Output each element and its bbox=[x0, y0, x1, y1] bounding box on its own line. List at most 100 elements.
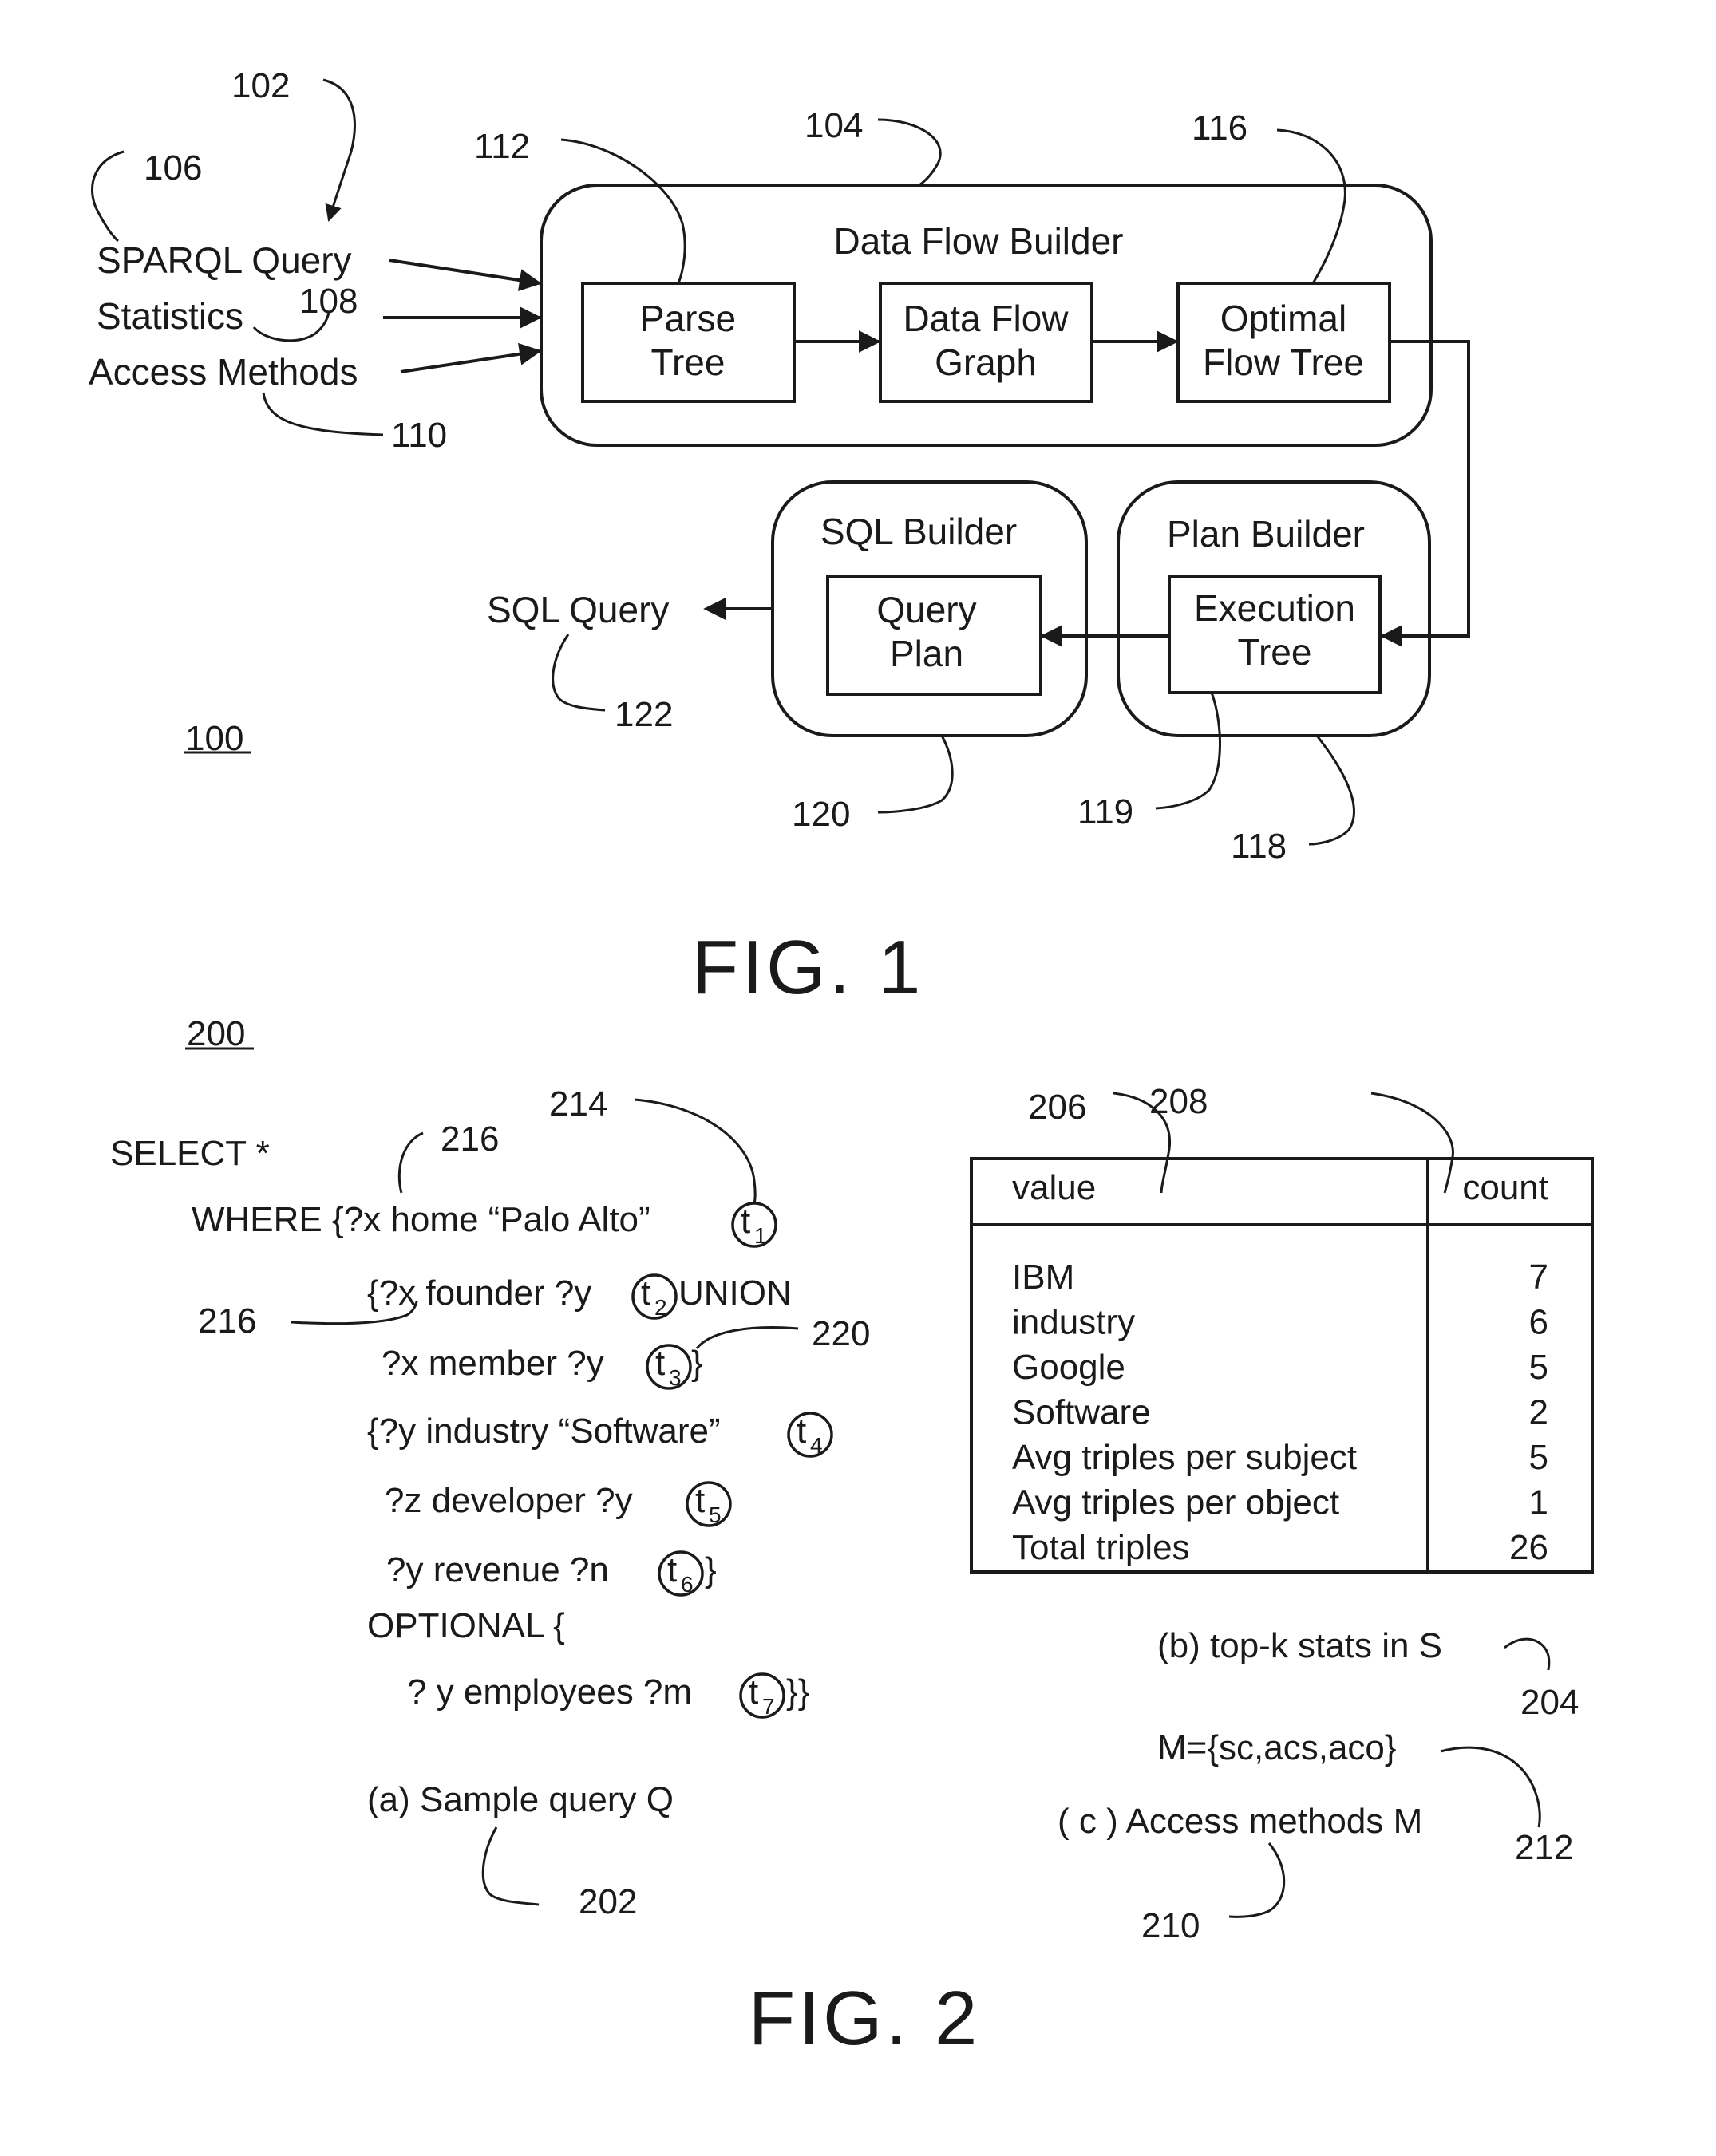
access-methods-set: M={sc,acs,aco} bbox=[1157, 1728, 1397, 1767]
triple-badge-t1: t 1 bbox=[731, 1202, 777, 1248]
output-sql-query: SQL Query bbox=[487, 589, 669, 630]
fig2-caption: FIG. 2 bbox=[749, 1976, 981, 2061]
ref-216-a: 216 bbox=[441, 1119, 499, 1159]
ref-102: 102 bbox=[231, 66, 290, 105]
stats-cell-count: 2 bbox=[1529, 1393, 1548, 1432]
stats-cell-count: 1 bbox=[1529, 1483, 1548, 1522]
execution-tree-line1: Execution bbox=[1194, 587, 1355, 629]
query-line-revenue: ?y revenue ?n bbox=[386, 1550, 609, 1589]
optimal-flow-tree-line2: Flow Tree bbox=[1203, 342, 1364, 383]
plan-builder-title: Plan Builder bbox=[1167, 513, 1365, 555]
svg-text:t: t bbox=[797, 1412, 806, 1451]
ref-212: 212 bbox=[1515, 1828, 1573, 1867]
ref-118: 118 bbox=[1231, 827, 1287, 866]
ref-104: 104 bbox=[805, 106, 863, 145]
ref-220: 220 bbox=[812, 1314, 870, 1353]
leader-208 bbox=[1370, 1092, 1454, 1194]
svg-text:t: t bbox=[749, 1672, 758, 1712]
patent-drawing: 102 106 SPARQL Query Statistics Access M… bbox=[89, 66, 1594, 2061]
query-line-employees: ? y employees ?m bbox=[407, 1672, 692, 1712]
execution-tree-line2: Tree bbox=[1238, 631, 1312, 673]
leader-112 bbox=[560, 138, 686, 284]
stats-row: Avg triples per subject 5 bbox=[1012, 1438, 1548, 1477]
ref-206: 206 bbox=[1028, 1088, 1086, 1127]
ref-122: 122 bbox=[615, 695, 673, 734]
ref-216-b: 216 bbox=[198, 1301, 256, 1341]
leader-120 bbox=[877, 735, 954, 814]
fig1-caption: FIG. 1 bbox=[692, 925, 924, 1010]
stats-header-value: value bbox=[1012, 1168, 1096, 1207]
fig1: 102 106 SPARQL Query Statistics Access M… bbox=[89, 66, 1470, 1010]
svg-text:t: t bbox=[641, 1273, 650, 1313]
query-keyword-union: UNION bbox=[678, 1273, 792, 1313]
ref-120: 120 bbox=[792, 795, 850, 834]
stats-cell-value: Avg triples per object bbox=[1012, 1483, 1339, 1522]
stats-cell-value: Total triples bbox=[1012, 1528, 1190, 1567]
ref-214: 214 bbox=[549, 1084, 607, 1123]
leader-122 bbox=[552, 634, 606, 712]
stats-cell-count: 26 bbox=[1509, 1528, 1548, 1567]
stats-row: Software 2 bbox=[1012, 1393, 1548, 1432]
parse-tree-line1: Parse bbox=[640, 298, 736, 339]
stats-cell-count: 7 bbox=[1529, 1258, 1548, 1297]
leader-104 bbox=[877, 118, 942, 187]
query-brace-close-1: } bbox=[691, 1344, 703, 1383]
query-brace-close-3: }} bbox=[786, 1672, 809, 1712]
stats-row: industry 6 bbox=[1012, 1303, 1548, 1342]
stats-cell-count: 5 bbox=[1529, 1438, 1548, 1477]
ref-110: 110 bbox=[391, 416, 447, 455]
svg-text:6: 6 bbox=[681, 1572, 694, 1597]
ref-116: 116 bbox=[1192, 109, 1247, 148]
svg-text:t: t bbox=[741, 1202, 750, 1241]
triple-badge-t4: t 4 bbox=[787, 1412, 833, 1458]
svg-text:2: 2 bbox=[654, 1295, 667, 1320]
arrow-sparql-to-dfb bbox=[389, 259, 542, 291]
triple-badge-t3: t 3 bbox=[646, 1344, 692, 1390]
stats-cell-count: 5 bbox=[1529, 1348, 1548, 1387]
stats-table: value count IBM 7 industry 6 Google 5 Software… bbox=[970, 1157, 1594, 1574]
leader-202 bbox=[481, 1826, 540, 1906]
leader-204 bbox=[1504, 1637, 1551, 1671]
leader-214 bbox=[634, 1098, 757, 1204]
svg-text:3: 3 bbox=[669, 1365, 682, 1390]
ref-202: 202 bbox=[579, 1882, 637, 1921]
leader-110 bbox=[262, 392, 384, 436]
svg-text:5: 5 bbox=[709, 1502, 722, 1527]
query-line-select: SELECT * bbox=[110, 1134, 270, 1173]
svg-text:4: 4 bbox=[810, 1433, 823, 1458]
leader-106 bbox=[91, 150, 125, 243]
stats-row: IBM 7 bbox=[1012, 1258, 1548, 1297]
triple-badge-t2: t 2 bbox=[631, 1273, 678, 1320]
svg-text:1: 1 bbox=[754, 1223, 767, 1248]
parse-tree-line2: Tree bbox=[651, 342, 726, 383]
query-brace-close-2: } bbox=[705, 1550, 717, 1589]
leader-102 bbox=[322, 78, 356, 223]
leader-119 bbox=[1155, 692, 1221, 810]
leader-118 bbox=[1308, 735, 1355, 846]
triple-badge-t6: t 6 bbox=[658, 1550, 704, 1597]
ref-112: 112 bbox=[474, 127, 530, 166]
stats-row: Avg triples per object 1 bbox=[1012, 1483, 1548, 1522]
ref-119: 119 bbox=[1077, 792, 1133, 831]
svg-text:t: t bbox=[655, 1344, 665, 1383]
stats-rows: IBM 7 industry 6 Google 5 Software 2 Avg triples… bbox=[1012, 1258, 1548, 1567]
stats-cell-value: Avg triples per subject bbox=[1012, 1438, 1357, 1477]
query-caption: (a) Sample query Q bbox=[367, 1780, 674, 1819]
access-methods-caption: ( c ) Access methods M bbox=[1058, 1802, 1422, 1841]
leader-220 bbox=[695, 1326, 799, 1349]
stats-cell-count: 6 bbox=[1529, 1303, 1548, 1342]
query-line-optional: OPTIONAL { bbox=[367, 1606, 565, 1645]
query-line-where: WHERE {?x home “Palo Alto” bbox=[192, 1200, 650, 1239]
ref-210: 210 bbox=[1141, 1906, 1200, 1945]
stats-cell-value: Google bbox=[1012, 1348, 1125, 1387]
stats-cell-value: industry bbox=[1012, 1303, 1135, 1342]
leader-216-a bbox=[397, 1131, 424, 1194]
query-plan-line1: Query bbox=[876, 589, 976, 630]
leader-116 bbox=[1276, 128, 1346, 284]
leader-212 bbox=[1440, 1746, 1541, 1828]
data-flow-builder-title: Data Flow Builder bbox=[833, 220, 1123, 262]
svg-text:t: t bbox=[667, 1550, 677, 1589]
triple-badge-t5: t 5 bbox=[686, 1481, 732, 1527]
leader-210 bbox=[1228, 1842, 1286, 1918]
stats-header-count: count bbox=[1462, 1168, 1548, 1207]
